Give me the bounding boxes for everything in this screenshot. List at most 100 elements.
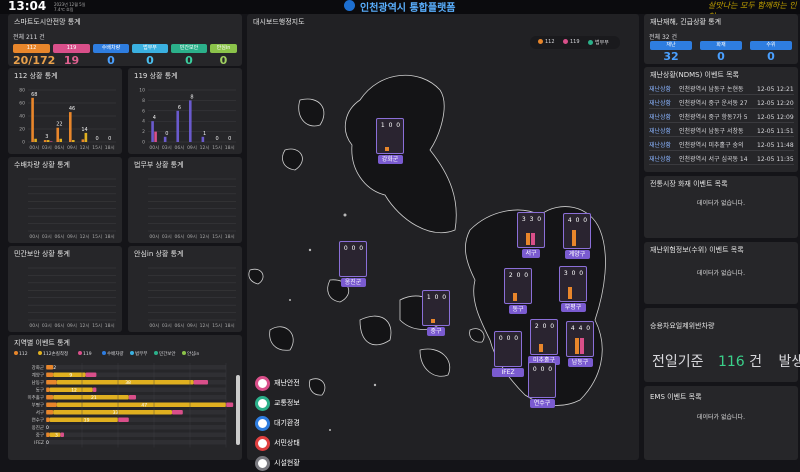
category-label: 시설현황: [274, 459, 300, 467]
x-tick-label: 09시: [67, 145, 77, 151]
district-label[interactable]: 남동구: [567, 358, 593, 367]
smart-card-value: 0: [107, 54, 115, 67]
map-legend-item[interactable]: 112: [538, 39, 555, 45]
pin-counts: 3 0 0: [563, 270, 585, 277]
x-tick-label: 03시: [42, 323, 52, 329]
district-pin[interactable]: 0 0 0: [494, 331, 522, 367]
event-time: 12-05 12:20: [757, 100, 794, 107]
regional-scrollbar[interactable]: [236, 375, 240, 445]
data-label: 22: [56, 122, 62, 128]
x-tick-label: 09시: [67, 323, 77, 329]
event-text: 인천광역시 서구 심곡동 14: [679, 156, 748, 163]
building-icon: [255, 456, 270, 471]
x-tick-label: 00시: [149, 323, 159, 329]
district-pin[interactable]: 2 0 0: [530, 319, 558, 355]
smart-card-value: 0: [185, 54, 193, 67]
bar: [163, 136, 167, 142]
bar-value: 9: [69, 372, 72, 378]
district-pin[interactable]: 3 0 0: [559, 266, 587, 302]
empty-message: 데이터가 없습니다.: [697, 270, 745, 277]
stats-safein-panel: 안심in 상황 통계 00시 03시 06시 09시 12시 15시 18시: [128, 246, 242, 332]
smart-card-label[interactable]: 112: [13, 44, 50, 53]
smart-card-label[interactable]: 민간보안: [171, 44, 207, 53]
ndms-event-row[interactable]: 재난상황 인천광역시 남동구 서창동 12-05 11:51: [649, 126, 794, 137]
category-label: 교통정보: [274, 399, 300, 407]
pin-counts: 4 4 0: [570, 325, 592, 332]
ndms-event-row[interactable]: 재난상황 인천광역시 중구 항동7가 5 12-05 12:09: [649, 112, 794, 123]
stats-112-panel: 112 상황 통계 80 60 40 20 0 00시 03시 06시 09시 12시 15시 18시…: [8, 68, 122, 154]
district-pin[interactable]: 0 0 0: [528, 362, 556, 398]
event-tag: 재난상황: [649, 128, 672, 135]
care-label2: 발생: [778, 354, 800, 370]
y-tick-label: 6: [142, 108, 145, 114]
bar: [49, 141, 53, 142]
bar-track: [46, 432, 226, 437]
district-pin[interactable]: 2 0 0: [504, 268, 532, 304]
x-tick-label: 12시: [200, 145, 210, 151]
stats-119-panel: 119 상황 통계 10 8 6 4 2 0 00시 03시 06시 09시 12시 15시 18시 4 0…: [128, 68, 242, 154]
event-tag: 재난상황: [649, 100, 672, 107]
district-pin[interactable]: 0 0 0: [339, 241, 367, 277]
data-label: 6: [178, 105, 181, 111]
bar-segment: [46, 402, 57, 407]
x-tick-label: 09시: [187, 234, 197, 240]
district-pin[interactable]: 1 0 0: [422, 290, 450, 326]
district-label[interactable]: 연수구: [529, 399, 555, 408]
category-button-heart[interactable]: 서민상태: [255, 435, 325, 452]
city-logo-icon: [344, 0, 355, 11]
pin-counts: 0 0 0: [498, 335, 520, 342]
data-label: 0: [108, 136, 111, 142]
district-pin[interactable]: 4 0 0: [563, 213, 591, 249]
disaster-card-label[interactable]: 재난: [650, 41, 692, 50]
district-label[interactable]: 강화군: [377, 155, 403, 164]
district-pin[interactable]: 4 4 0: [566, 321, 594, 357]
ndms-event-row[interactable]: 재난상황 인천광역시 미추홀구 숭의 12-05 11:48: [649, 140, 794, 151]
district-pin[interactable]: 3 3 0: [517, 212, 545, 248]
district-label[interactable]: 동구: [509, 305, 527, 314]
ndms-event-row[interactable]: 재난상황 인천광역시 남동구 논현동 12-05 12:21: [649, 84, 794, 95]
smart-card-label[interactable]: 법무부: [132, 44, 168, 53]
y-tick-label: 0: [22, 140, 25, 146]
district-label[interactable]: 계양구: [564, 250, 590, 259]
panel-title: 승용차요일제위반차량: [650, 322, 715, 330]
app-title: 인천광역시 통합플랫폼: [360, 3, 456, 14]
x-tick-label: 09시: [187, 145, 197, 151]
bar: [43, 140, 47, 142]
disaster-card-label[interactable]: 화재: [700, 41, 742, 50]
x-tick-label: 18시: [105, 145, 115, 151]
panel-title: 전통시장 화재 이벤트 목록: [650, 180, 728, 188]
district-label[interactable]: 서구: [522, 249, 540, 258]
smart-card-label[interactable]: 119: [53, 44, 90, 53]
map-legend-item[interactable]: 119: [563, 39, 580, 45]
event-text: 인천광역시 미추홀구 숭의: [679, 142, 744, 149]
map-legend-item[interactable]: 법무부: [588, 39, 609, 46]
x-tick-label: 06시: [174, 323, 184, 329]
bar-segment: [46, 432, 50, 437]
bar-segment: [46, 380, 57, 385]
bar: [154, 131, 157, 142]
category-button-cloud[interactable]: 대기환경: [255, 415, 325, 432]
smart-card-label[interactable]: 안심in: [210, 44, 237, 53]
event-text: 인천광역시 남동구 논현동: [679, 86, 744, 93]
district-label[interactable]: 부평구: [560, 303, 586, 312]
disaster-card-label[interactable]: 수위: [750, 41, 792, 50]
category-button-building[interactable]: 시설현황: [255, 455, 325, 472]
district-label[interactable]: IFEZ: [492, 368, 524, 377]
category-button-alert[interactable]: 재난안전: [255, 375, 325, 392]
bar: [56, 127, 60, 142]
smart-card-label[interactable]: 수배차량: [93, 44, 129, 53]
district-label[interactable]: 중구: [427, 327, 445, 336]
panel-title: 스마트도시안전망 통계: [14, 18, 81, 26]
ndms-event-row[interactable]: 재난상황 인천광역시 서구 심곡동 14 12-05 11:35: [649, 154, 794, 165]
event-tag: 재난상황: [649, 86, 672, 93]
x-tick-label: 09시: [187, 323, 197, 329]
district-label[interactable]: 옹진군: [340, 278, 366, 287]
category-button-car[interactable]: 교통정보: [255, 395, 325, 412]
bar: [69, 112, 72, 142]
bar: [151, 121, 154, 142]
bar: [201, 136, 205, 142]
bar: [72, 140, 75, 142]
map-legend: 112 119 법무부: [530, 36, 620, 49]
ndms-event-row[interactable]: 재난상황 인천광역시 중구 운서동 27 12-05 12:20: [649, 98, 794, 109]
district-pin[interactable]: 1 0 0: [376, 118, 404, 154]
